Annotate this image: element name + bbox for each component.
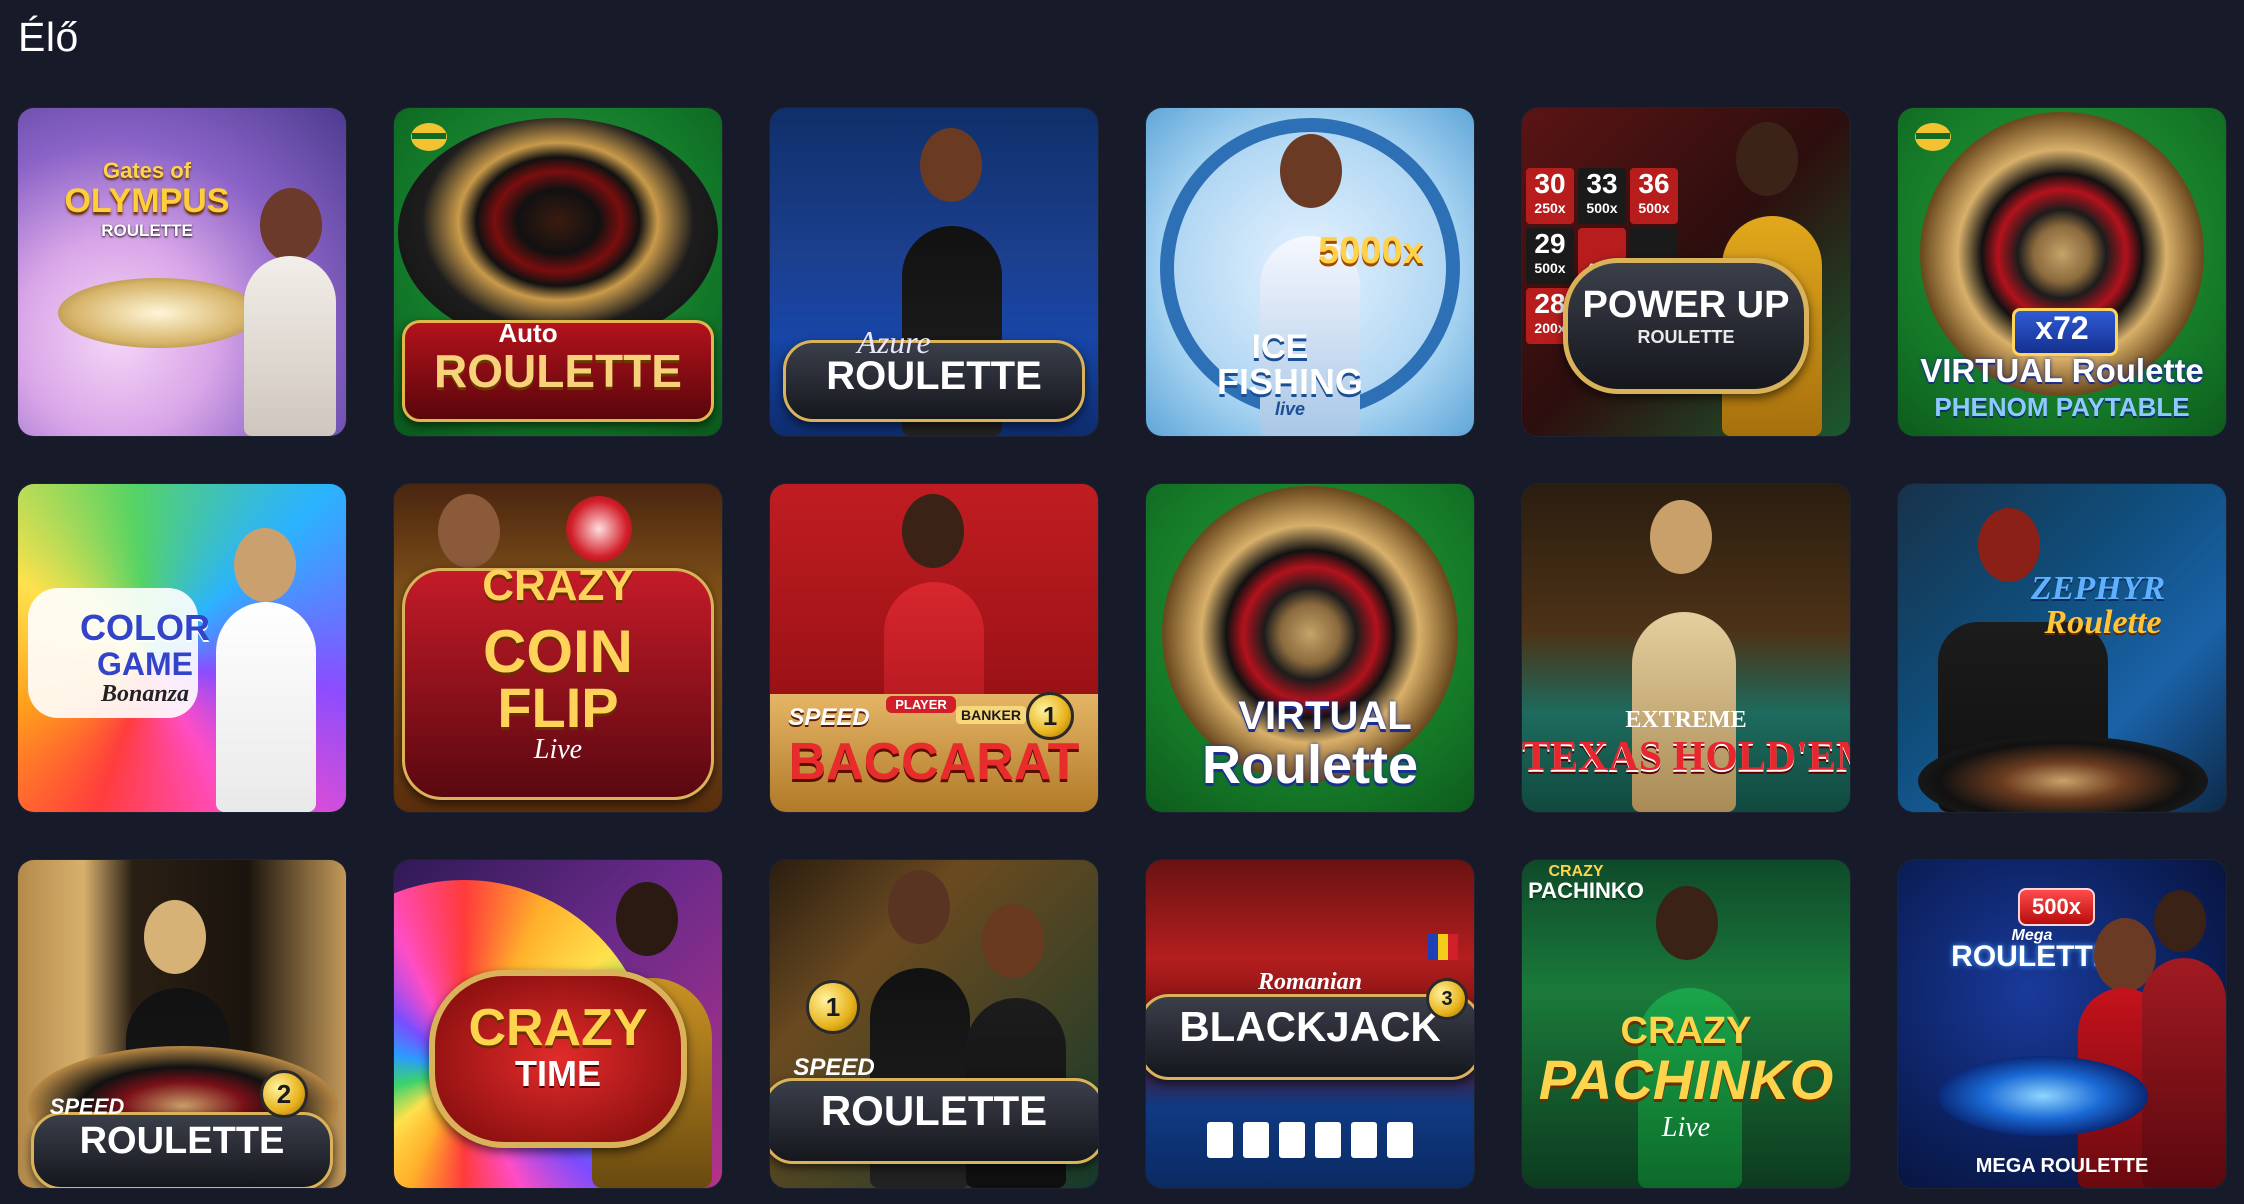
tile-title-line: Romanian (1257, 969, 1363, 995)
host-image (1280, 134, 1342, 208)
board-cell: 30 250x (1526, 168, 1574, 224)
tile-title-line: CRAZY (468, 999, 648, 1057)
host-image (888, 870, 950, 944)
host-body-image (244, 256, 336, 436)
game-grid: Gates of OLYMPUS ROULETTE Auto ROULETTE … (18, 108, 2226, 1188)
tile-title-line: Roulette (2044, 604, 2162, 641)
host-image (438, 494, 500, 568)
flag-icon (1428, 934, 1458, 960)
game-tile-azure-roulette[interactable]: Azure ROULETTE (770, 108, 1098, 436)
table-number-badge: 3 (1426, 978, 1468, 1020)
tile-title-line: PACHINKO (1538, 1048, 1834, 1111)
game-tile-speed-roulette-1[interactable]: 1 SPEED ROULETTE (770, 860, 1098, 1188)
tile-title-line: 5000x (1318, 230, 1424, 272)
table-number-badge: 2 (260, 1070, 308, 1118)
tile-title-line: BLACKJACK (1179, 1003, 1441, 1050)
tile-title-line: VIRTUAL Roulette (1920, 352, 2204, 389)
tile-title-line: PHENOM PAYTABLE (1934, 392, 2190, 422)
tile-title-line: VIRTUAL (1238, 694, 1412, 738)
tile-title-line: Roulette (1202, 735, 1418, 795)
host-body-image (2142, 958, 2226, 1188)
tile-title-line: EXTREME (1625, 707, 1747, 733)
section-title: Élő (18, 14, 79, 60)
game-tile-crazy-pachinko[interactable]: CRAZY PACHINKO CRAZY PACHINKO Live (1522, 860, 1850, 1188)
provider-badge-icon (1912, 120, 1954, 154)
tile-title-line: Auto (498, 318, 558, 348)
tile-title-line: FISHING (1216, 361, 1363, 402)
tile-title-line: FLIP (497, 676, 619, 739)
game-tile-virtual-roulette[interactable]: VIRTUAL Roulette (1146, 484, 1474, 812)
tile-title-line: OLYMPUS (64, 182, 230, 220)
game-tile-crazy-time[interactable]: CRAZY TIME (394, 860, 722, 1188)
game-tile-ice-fishing[interactable]: 5000x ICE FISHING live (1146, 108, 1474, 436)
host-image (616, 882, 678, 956)
game-tile-virtual-roulette-phenom-paytable[interactable]: x72 VIRTUAL Roulette PHENOM PAYTABLE (1898, 108, 2226, 436)
roulette-wheel-image (1938, 1056, 2148, 1136)
tile-title-line: ROULETTE (79, 1120, 285, 1162)
tile-title-line: CRAZY (482, 561, 634, 610)
game-tile-crazy-coin-flip[interactable]: CRAZY COIN FLIP Live (394, 484, 722, 812)
tile-title-line: ICE (1251, 328, 1309, 366)
tile-title-line: ROULETTE (820, 1087, 1048, 1134)
tile-title-line: COIN (483, 618, 633, 685)
tile-title-line: Live (533, 734, 583, 765)
tile-title-line: Gates of (102, 158, 192, 183)
tile-title-line: Live (1661, 1112, 1711, 1143)
game-tile-romanian-blackjack[interactable]: Romanian BLACKJACK 3 (1146, 860, 1474, 1188)
game-tile-speed-baccarat[interactable]: SPEED PLAYER BANKER 1 BACCARAT (770, 484, 1098, 812)
board-cell: 36 500x (1630, 168, 1678, 224)
tile-title-line: ROULETTE (1637, 327, 1735, 347)
tile-title-line: CRAZY (1620, 1010, 1752, 1052)
host-image (2154, 890, 2206, 952)
provider-badge-icon (408, 120, 450, 154)
tile-title-line: ZEPHYR (2030, 570, 2166, 607)
tile-title-line: GAME (97, 646, 193, 682)
board-cell: 33 500x (1578, 168, 1626, 224)
card-row (1186, 1122, 1434, 1162)
tile-title-line: POWER UP (1582, 284, 1790, 326)
game-tile-mega-roulette[interactable]: 500x Mega ROULETTE MEGA ROULETTE (1898, 860, 2226, 1188)
tile-title-line: ROULETTE (826, 354, 1042, 398)
tile-title-line: COLOR (80, 607, 210, 648)
pedestal-image (58, 278, 258, 348)
host-image (1650, 500, 1712, 574)
tile-title-line: PACHINKO (1528, 878, 1644, 903)
tile-title-line: x72 (2035, 310, 2089, 346)
game-tile-speed-roulette-2[interactable]: SPEED ROULETTE 2 (18, 860, 346, 1188)
tile-title-line: SPEED (793, 1054, 875, 1081)
tile-title-line: PLAYER (886, 696, 956, 713)
game-tile-color-game-bonanza[interactable]: COLOR GAME Bonanza (18, 484, 346, 812)
tile-title-line: BACCARAT (788, 733, 1080, 791)
game-tile-extreme-texas-holdem[interactable]: EXTREME TEXAS HOLD'EM (1522, 484, 1850, 812)
tile-title-line: ROULETTE (101, 221, 193, 240)
tile-title-line: ROULETTE (434, 345, 682, 397)
game-tile-power-up-roulette[interactable]: 30250x 33500x 36500x 29500x 450x 28200x … (1522, 108, 1850, 436)
multiplier-badge: 500x (2018, 888, 2095, 926)
host-image (902, 494, 964, 568)
game-tile-auto-roulette[interactable]: Auto ROULETTE (394, 108, 722, 436)
tile-title-line: TIME (515, 1053, 601, 1094)
host-image (144, 900, 206, 974)
tile-title-line: MEGA ROULETTE (1975, 1155, 2149, 1177)
host-image (982, 904, 1044, 978)
tile-title-line: TEXAS HOLD'EM (1522, 734, 1850, 780)
host-image (920, 128, 982, 202)
table-number-badge: 1 (806, 980, 860, 1034)
host-image (234, 528, 296, 602)
title-plaque (1563, 258, 1809, 394)
tile-title-line: Bonanza (100, 681, 190, 707)
game-tile-zephyr-roulette[interactable]: ZEPHYR Roulette (1898, 484, 2226, 812)
host-image (1736, 122, 1798, 196)
tile-title-line: BANKER (956, 706, 1026, 724)
tile-title-line: live (1274, 399, 1306, 419)
game-tile-gates-of-olympus-roulette[interactable]: Gates of OLYMPUS ROULETTE (18, 108, 346, 436)
board-cell: 29 500x (1526, 228, 1574, 284)
coin-image (566, 496, 632, 562)
